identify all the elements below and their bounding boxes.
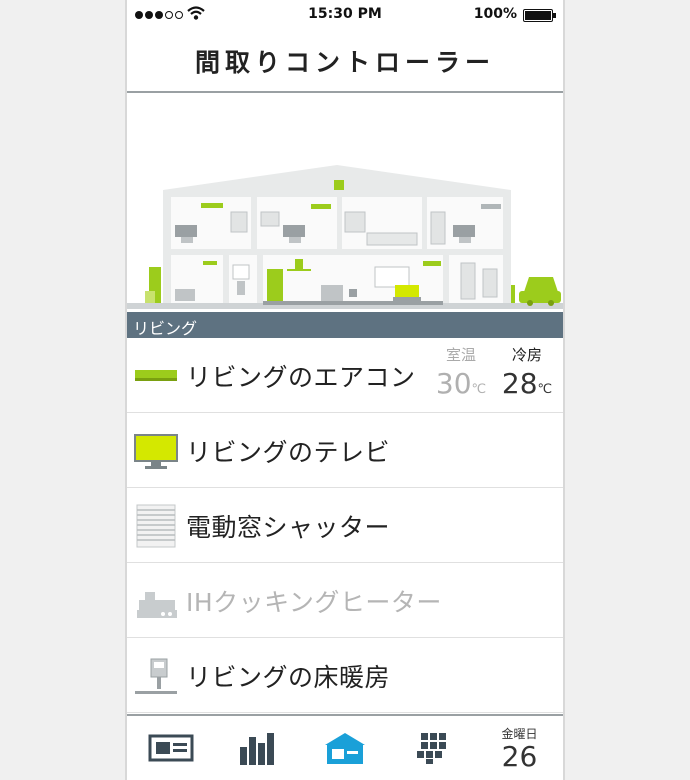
app-header: 間取りコントローラー [127,30,563,93]
room-temp-value: 30 [435,367,472,400]
floor-heating-icon [135,658,177,694]
ih-cooker-icon [137,592,177,618]
phone-screen: 15:30 PM 100% 間取りコントローラー リビング リビングのエアコン … [127,0,563,780]
day-number: 26 [501,739,538,773]
tab-keypad[interactable] [388,716,475,780]
tab-home[interactable] [301,716,388,780]
device-row-floor-heating[interactable]: リビングの床暖房 [127,638,563,713]
bottom-tab-bar: 金曜日 26 [127,714,563,780]
air-conditioner-icon [135,370,177,381]
house-cross-section-icon [127,165,563,309]
room-temp-label: 室温 [445,346,476,364]
device-label: リビングのテレビ [186,437,391,467]
device-row-aircon[interactable]: リビングのエアコン 室温 30℃ 冷房 28℃ [127,338,563,413]
device-label: リビングの床暖房 [186,662,391,692]
aircon-temperatures: 室温 30℃ 冷房 28℃ [431,344,557,408]
device-list: リビングのエアコン 室温 30℃ 冷房 28℃ リビングのテレビ 電動窓シャッタ… [127,338,563,713]
battery-icon [523,9,556,22]
set-temperature[interactable]: 冷房 28℃ [497,344,557,409]
keypad-icon [416,733,446,764]
calendar-date: 金曜日 26 [501,725,537,772]
tab-card[interactable] [127,716,214,780]
tv-icon [134,434,178,469]
status-bar: 15:30 PM 100% [127,0,563,30]
house-icon [324,733,365,764]
tab-statistics[interactable] [214,716,301,780]
bar-chart-icon [239,733,274,765]
shutter-icon [136,504,176,548]
weekday-label: 金曜日 [501,726,538,741]
device-row-ih-cooker[interactable]: IHクッキングヒーター [127,563,563,638]
room-temp-unit: ℃ [471,382,487,397]
mode-label: 冷房 [511,346,542,364]
selected-room-label: リビング [133,319,198,338]
device-label: 電動窓シャッター [186,512,391,542]
device-row-tv[interactable]: リビングのテレビ [127,413,563,488]
page-title: 間取りコントローラー [194,47,495,77]
tab-calendar[interactable]: 金曜日 26 [476,716,563,780]
set-temp-unit: ℃ [537,382,553,397]
set-temp-value: 28 [501,367,538,400]
device-row-shutter[interactable]: 電動窓シャッター [127,488,563,563]
device-label: リビングのエアコン [186,362,416,392]
floor-plan-illustration[interactable] [127,95,563,312]
selected-room-bar: リビング [127,312,563,338]
device-label: IHクッキングヒーター [186,587,442,617]
battery-percent: 100% [473,6,517,22]
card-icon [148,734,193,762]
room-temperature: 室温 30℃ [431,344,491,409]
